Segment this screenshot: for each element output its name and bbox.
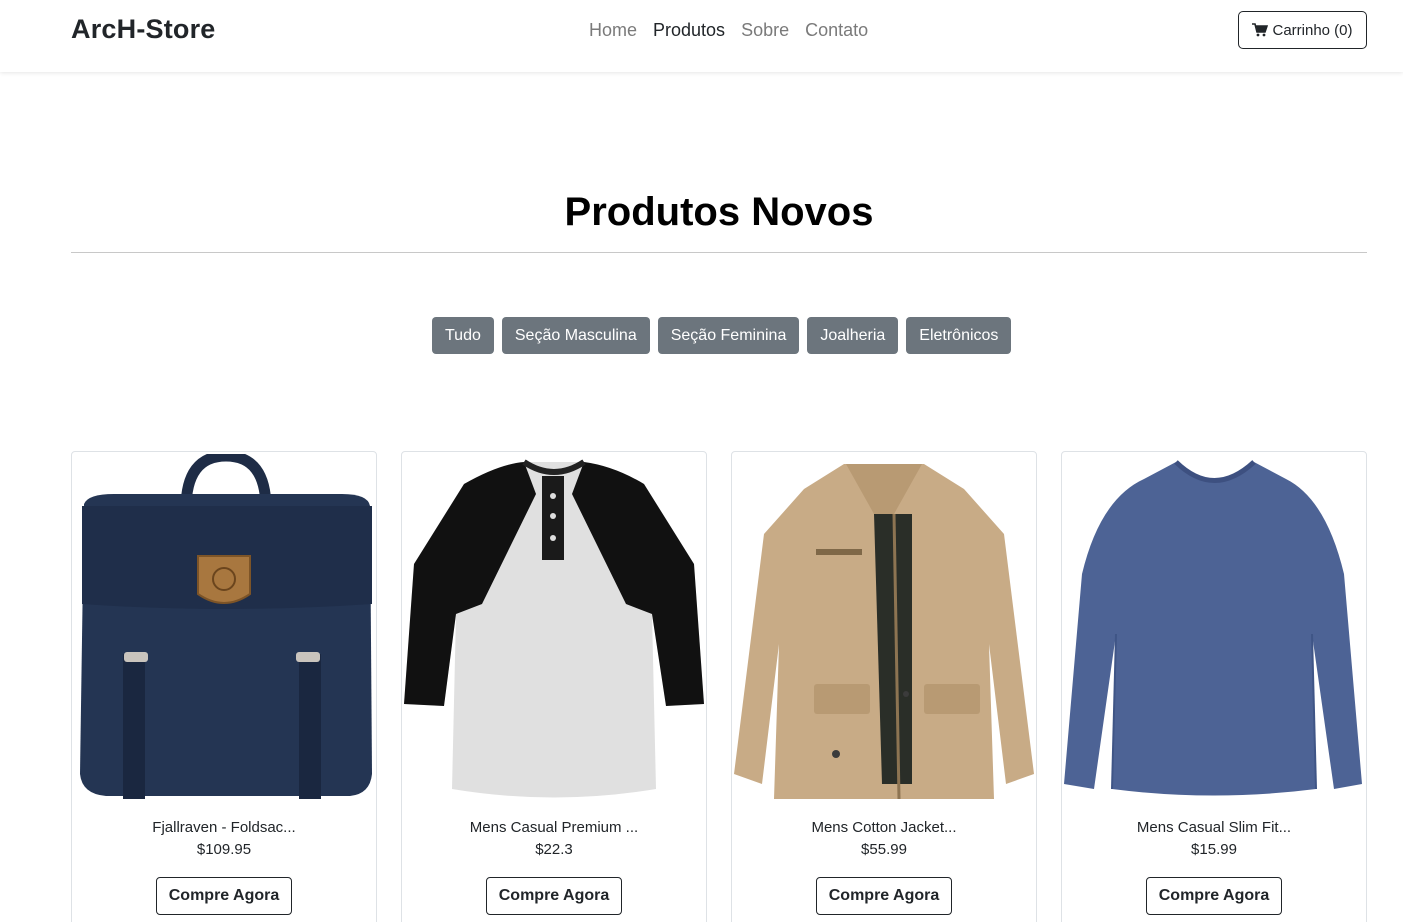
product-card: Mens Cotton Jacket... $55.99 Compre Agor… (731, 451, 1037, 922)
product-price: $55.99 (861, 841, 907, 858)
product-price: $22.3 (535, 841, 573, 858)
buy-now-button[interactable]: Compre Agora (156, 877, 292, 915)
nav-links: Home Produtos Sobre Contato (589, 20, 868, 41)
filter-tudo-button[interactable]: Tudo (432, 317, 494, 354)
filter-eletronicos-button[interactable]: Eletrônicos (906, 317, 1012, 354)
nav-produtos[interactable]: Produtos (653, 20, 725, 41)
page-title: Produtos Novos (564, 190, 874, 234)
navbar: ArcH-Store Home Produtos Sobre Contato C… (0, 0, 1403, 72)
product-card: Fjallraven - Foldsac... $109.95 Compre A… (71, 451, 377, 922)
title-divider (71, 252, 1367, 253)
shopping-cart-icon (1252, 23, 1269, 37)
nav-contato[interactable]: Contato (805, 20, 868, 41)
nav-home[interactable]: Home (589, 20, 637, 41)
cart-button[interactable]: Carrinho (0) (1238, 11, 1367, 49)
product-card: Mens Casual Premium ... $22.3 Compre Ago… (401, 451, 707, 922)
product-price: $109.95 (196, 841, 252, 858)
buy-now-button[interactable]: Compre Agora (486, 877, 622, 915)
category-filters: Tudo Seção Masculina Seção Feminina Joal… (432, 317, 1012, 354)
filter-masculina-button[interactable]: Seção Masculina (501, 317, 650, 354)
slim-fit-shirt-image (1064, 460, 1362, 796)
buy-now-button[interactable]: Compre Agora (816, 877, 952, 915)
brand-logo[interactable]: ArcH-Store (71, 14, 216, 45)
cotton-jacket-image (734, 464, 1034, 800)
product-title[interactable]: Fjallraven - Foldsac... (72, 819, 376, 836)
nav-sobre[interactable]: Sobre (741, 20, 789, 41)
filter-feminina-button[interactable]: Seção Feminina (657, 317, 800, 354)
product-price: $15.99 (1191, 841, 1237, 858)
raglan-tshirt-image (404, 459, 704, 798)
product-title[interactable]: Mens Casual Slim Fit... (1062, 819, 1366, 836)
backpack-image (80, 454, 372, 799)
filter-joalheria-button[interactable]: Joalheria (807, 317, 899, 354)
product-title[interactable]: Mens Casual Premium ... (402, 819, 706, 836)
cart-label: Carrinho (0) (1272, 21, 1353, 39)
buy-now-button[interactable]: Compre Agora (1146, 877, 1282, 915)
product-title[interactable]: Mens Cotton Jacket... (732, 819, 1036, 836)
product-card: Mens Casual Slim Fit... $15.99 Compre Ag… (1061, 451, 1367, 922)
